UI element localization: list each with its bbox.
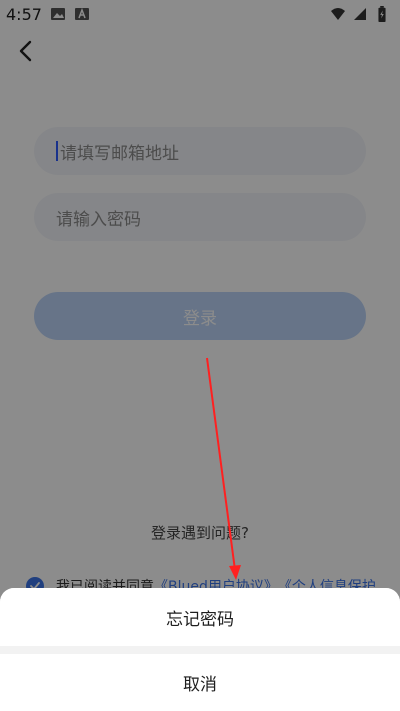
cancel-option[interactable]: 取消 xyxy=(0,654,400,711)
forgot-password-label: 忘记密码 xyxy=(166,609,234,630)
cancel-label: 取消 xyxy=(183,675,217,695)
action-sheet: 忘记密码 取消 xyxy=(0,588,400,711)
forgot-password-option[interactable]: 忘记密码 xyxy=(0,588,400,646)
